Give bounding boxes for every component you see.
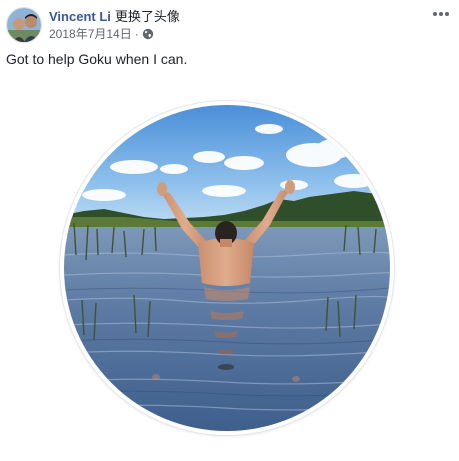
profile-photo[interactable] (64, 105, 390, 431)
meta-separator: · (134, 27, 139, 41)
post-message: Got to help Goku when I can. (6, 51, 188, 67)
post-action-text: 更换了头像 (114, 9, 180, 24)
post-header-title: Vincent Li 更换了头像 (49, 9, 180, 25)
more-options-button[interactable] (431, 6, 451, 22)
lake-photo-image (64, 105, 390, 431)
avatar-photo (7, 8, 41, 42)
globe-icon[interactable] (142, 28, 154, 44)
post-meta: 2018年7月14日 · (49, 27, 154, 44)
author-name-link[interactable]: Vincent Li (49, 9, 111, 24)
profile-picture-post: Vincent Li 更换了头像 2018年7月14日 · Got to help … (0, 0, 459, 461)
post-timestamp-link[interactable]: 2018年7月14日 (49, 27, 132, 41)
author-avatar[interactable] (6, 7, 42, 43)
more-horizontal-icon (433, 12, 449, 16)
